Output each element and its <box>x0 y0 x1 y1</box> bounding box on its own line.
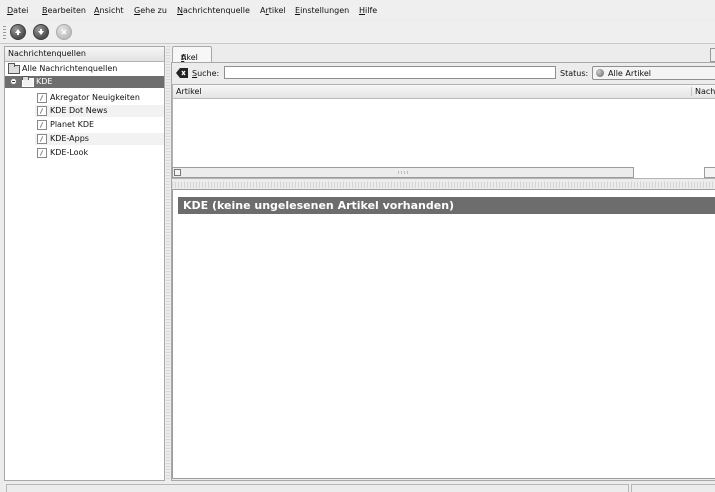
view-splitter[interactable] <box>172 182 715 188</box>
panel-splitter[interactable] <box>166 46 170 479</box>
statusbar <box>0 484 715 492</box>
horizontal-scrollbar[interactable] <box>172 167 634 178</box>
scroll-left-icon[interactable] <box>174 169 181 176</box>
search-input[interactable] <box>224 66 556 79</box>
column-header-feed[interactable]: Nachr <box>691 87 715 96</box>
article-list[interactable]: Artikel Nachr <box>172 84 715 179</box>
scroll-thumb[interactable] <box>398 171 410 174</box>
tree-item-feed[interactable]: Akregator Neuigkeiten <box>35 92 164 104</box>
status-label: Status: <box>560 69 589 78</box>
stop-icon <box>61 29 67 35</box>
prev-unread-button[interactable] <box>10 24 26 40</box>
collapse-icon[interactable] <box>10 78 17 85</box>
tree-item-all-feeds[interactable]: Alle Nachrichtenquellen <box>5 63 164 75</box>
feed-icon <box>37 106 47 116</box>
tab-articles[interactable]: Ar tikel <box>172 46 212 63</box>
stop-button[interactable] <box>56 24 72 40</box>
status-filter-select[interactable]: Alle Artikel <box>592 66 715 80</box>
tree-item-feed[interactable]: KDE-Look <box>35 147 164 159</box>
menu-ansicht[interactable]: Ansicht <box>94 6 124 16</box>
feed-icon <box>37 148 47 158</box>
clear-search-icon[interactable] <box>176 68 188 78</box>
feed-tree-panel: Nachrichtenquellen Alle Nachrichtenquell… <box>4 46 165 481</box>
search-label: Suche: <box>192 69 220 78</box>
scroll-left-button[interactable] <box>704 167 715 178</box>
status-filter-icon <box>596 69 604 77</box>
menu-gehe-zu[interactable]: Gehe zu <box>134 6 167 16</box>
arrow-up-icon <box>15 29 21 35</box>
feed-icon <box>37 93 47 103</box>
search-bar: Suche: Status: Alle Artikel <box>172 63 715 83</box>
menu-bearbeiten[interactable]: Bearbeiten <box>42 6 86 16</box>
tree-item-feed[interactable]: KDE-Apps <box>35 133 164 145</box>
feed-icon <box>37 120 47 130</box>
close-tab-button[interactable] <box>710 48 715 62</box>
tree-item-folder-kde[interactable]: KDE <box>5 76 164 88</box>
menu-datei[interactable]: Datei <box>7 6 28 16</box>
menu-einstellungen[interactable]: Einstellungen <box>295 6 349 16</box>
article-preview: KDE (keine ungelesenen Artikel vorhanden… <box>172 189 715 479</box>
tree-item-feed[interactable]: KDE Dot News <box>35 105 164 117</box>
menu-hilfe[interactable]: Hilfe <box>359 6 377 16</box>
folder-open-icon <box>22 76 34 87</box>
tree-item-feed[interactable]: Planet KDE <box>35 119 164 131</box>
article-list-header: Artikel Nachr <box>173 85 715 99</box>
menubar: Datei Bearbeiten Ansicht Gehe zu Nachric… <box>0 0 715 20</box>
toolbar <box>0 21 715 44</box>
next-unread-button[interactable] <box>33 24 49 40</box>
feed-icon <box>37 134 47 144</box>
column-header-article[interactable]: Artikel <box>176 87 202 96</box>
menu-artikel[interactable]: Artikel <box>260 6 286 16</box>
toolbar-grip[interactable] <box>3 26 6 40</box>
arrow-down-icon <box>38 29 44 35</box>
menu-nachrichtenquelle[interactable]: Nachrichtenquelle <box>177 6 250 16</box>
folder-icon <box>8 63 20 74</box>
article-view-frame: Suche: Status: Alle Artikel Artikel Nach… <box>171 62 715 481</box>
preview-title: KDE (keine ungelesenen Artikel vorhanden… <box>178 197 715 214</box>
feed-tree-header[interactable]: Nachrichtenquellen <box>5 47 164 62</box>
